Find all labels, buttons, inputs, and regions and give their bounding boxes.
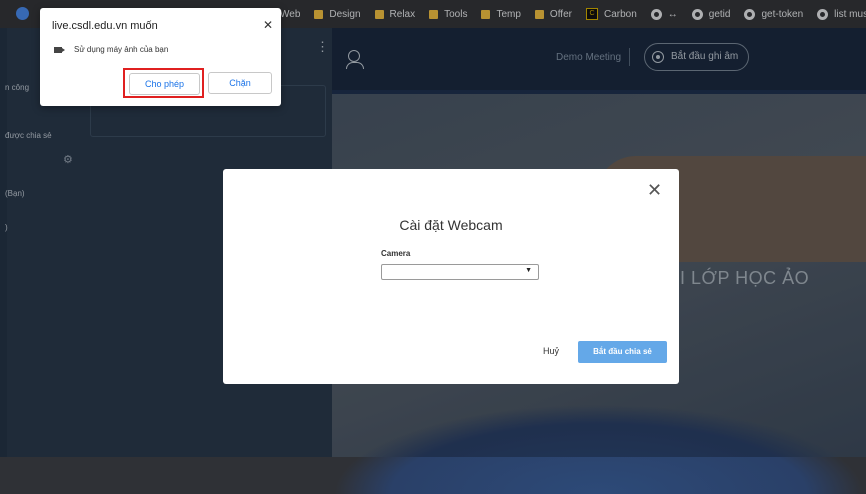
close-icon[interactable]: ✕	[263, 18, 273, 32]
chevron-down-icon: ▼	[525, 267, 532, 274]
camera-icon	[54, 47, 65, 53]
close-icon[interactable]: ✕	[647, 181, 662, 199]
allow-highlight: Cho phép	[123, 68, 204, 98]
camera-label: Camera	[381, 249, 411, 258]
permission-description: Sử dụng máy ảnh của bạn	[74, 45, 169, 54]
allow-button[interactable]: Cho phép	[129, 73, 200, 95]
permission-popup: live.csdl.edu.vn muốn ✕ Sử dụng máy ảnh …	[40, 8, 281, 106]
start-sharing-button[interactable]: Bắt đầu chia sẻ	[578, 341, 667, 363]
webcam-settings-modal: ✕ Cài đặt Webcam Camera ▼ Huỷ Bắt đầu ch…	[223, 169, 679, 384]
permission-title: live.csdl.edu.vn muốn	[52, 20, 158, 32]
cancel-button[interactable]: Huỷ	[543, 346, 559, 356]
camera-select[interactable]: ▼	[381, 264, 539, 280]
modal-title: Cài đặt Webcam	[399, 217, 503, 233]
block-button[interactable]: Chặn	[208, 72, 272, 94]
